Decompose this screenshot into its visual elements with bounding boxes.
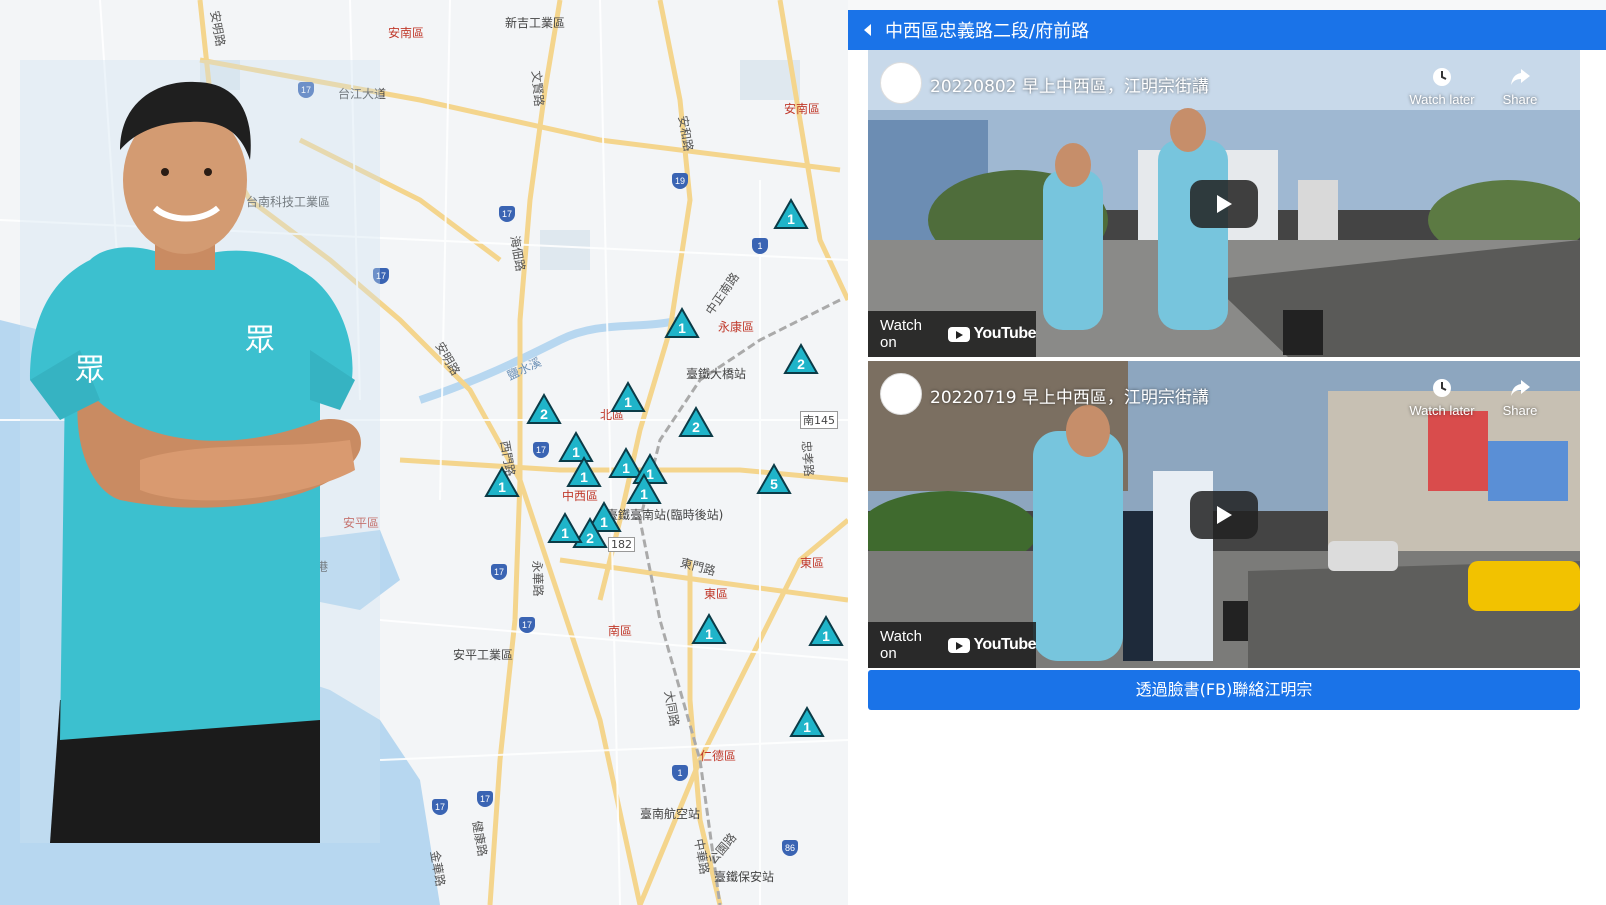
play-button[interactable] xyxy=(1190,491,1258,539)
map-marker[interactable]: 1 xyxy=(626,473,662,505)
map-marker[interactable]: 1 xyxy=(547,512,583,544)
route-shield-icon: 17 xyxy=(499,206,515,222)
map-marker[interactable]: 2 xyxy=(678,406,714,438)
map-marker[interactable]: 1 xyxy=(773,198,809,230)
play-button[interactable] xyxy=(1190,180,1258,228)
route-shield-icon: 17 xyxy=(519,617,535,633)
road-label: 忠孝路 xyxy=(798,439,817,478)
place-label: 臺南航空站 xyxy=(640,807,701,821)
route-shield-icon: 19 xyxy=(672,173,688,189)
panel-title: 中西區忠義路二段/府前路 xyxy=(885,21,1090,42)
svg-text:眾: 眾 xyxy=(75,353,105,388)
clock-icon xyxy=(1433,379,1451,397)
district-label: 安南區 xyxy=(388,26,425,40)
district-label: 永康區 xyxy=(718,320,755,334)
map-marker[interactable]: 5 xyxy=(756,463,792,495)
candidate-portrait: 眾 眾 xyxy=(20,60,380,843)
road-label: 永華路 xyxy=(529,560,546,597)
clock-icon xyxy=(1433,68,1451,86)
district-label: 南區 xyxy=(608,624,633,638)
map-marker[interactable]: 1 xyxy=(691,613,727,645)
share-button[interactable]: Share xyxy=(1480,66,1560,107)
route-shield-icon: 86 xyxy=(782,840,798,856)
map-marker[interactable]: 2 xyxy=(783,343,819,375)
route-shield-icon: 17 xyxy=(432,799,448,815)
contact-facebook-button[interactable]: 透過臉書(FB)聯絡江明宗 xyxy=(868,670,1580,710)
back-caret-icon[interactable] xyxy=(864,24,871,36)
route-shield-icon: 17 xyxy=(477,791,493,807)
route-shield-icon: 17 xyxy=(491,564,507,580)
map-area[interactable]: 新吉工業區 安南區 台江大道 台南科技工業區 安南區 永康區 臺鐵大橋站 北區 … xyxy=(0,0,848,905)
station-label: 臺鐵保安站 xyxy=(714,870,775,884)
youtube-logo-icon: YouTube xyxy=(948,325,1036,343)
channel-avatar[interactable] xyxy=(880,373,922,415)
watch-later-button[interactable]: Watch later xyxy=(1402,66,1482,107)
map-marker[interactable]: 2 xyxy=(526,393,562,425)
route-shield-icon: 17 xyxy=(533,442,549,458)
video-embed[interactable]: 20220719 早上中西區，江明宗街講 Watch later Share W… xyxy=(868,361,1580,668)
watch-on-youtube-button[interactable]: Watch on YouTube xyxy=(868,622,1036,668)
district-label: 仁德區 xyxy=(700,749,737,763)
district-label: 東區 xyxy=(800,556,825,570)
svg-text:眾: 眾 xyxy=(245,323,275,358)
map-marker[interactable]: 1 xyxy=(484,466,520,498)
road-label: 文賢路 xyxy=(528,69,547,108)
panel-header[interactable]: 中西區忠義路二段/府前路 xyxy=(848,10,1606,50)
route-label: 南145 xyxy=(800,411,838,429)
station-label: 臺鐵大橋站 xyxy=(686,367,747,381)
youtube-logo-icon: YouTube xyxy=(948,636,1036,654)
watch-later-button[interactable]: Watch later xyxy=(1402,377,1482,418)
place-label: 安平工業區 xyxy=(453,648,514,662)
channel-avatar[interactable] xyxy=(880,62,922,104)
district-label: 安南區 xyxy=(784,102,821,116)
watch-on-youtube-button[interactable]: Watch on YouTube xyxy=(868,311,1036,357)
map-marker[interactable]: 1 xyxy=(610,381,646,413)
share-button[interactable]: Share xyxy=(1480,377,1560,418)
route-shield-icon: 1 xyxy=(752,238,768,254)
map-marker[interactable]: 1 xyxy=(808,615,844,647)
map-marker[interactable]: 1 xyxy=(566,456,602,488)
route-label: 182 xyxy=(608,537,635,552)
map-marker[interactable]: 1 xyxy=(664,307,700,339)
share-icon xyxy=(1511,380,1530,396)
location-panel: 中西區忠義路二段/府前路 20220802 早上中西區，江明宗街講 Watch … xyxy=(848,10,1606,905)
map-marker[interactable]: 1 xyxy=(789,706,825,738)
district-label: 東區 xyxy=(704,587,729,601)
station-label: 臺鐵臺南站(臨時後站) xyxy=(606,508,724,522)
place-label: 新吉工業區 xyxy=(505,16,566,30)
share-icon xyxy=(1511,69,1530,85)
video-title[interactable]: 20220802 早上中西區，江明宗街講 xyxy=(930,72,1209,97)
video-embed[interactable]: 20220802 早上中西區，江明宗街講 Watch later Share W… xyxy=(868,50,1580,357)
route-shield-icon: 1 xyxy=(672,765,688,781)
video-title[interactable]: 20220719 早上中西區，江明宗街講 xyxy=(930,383,1209,408)
